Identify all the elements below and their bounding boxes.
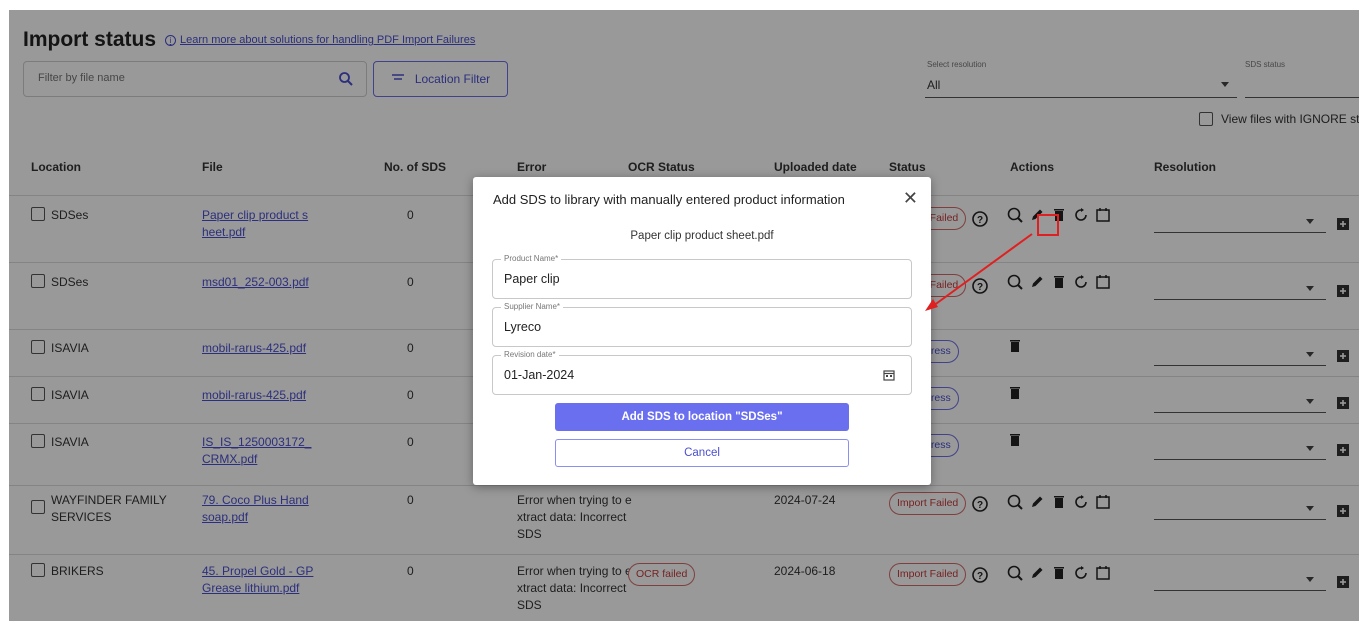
annotation-arrow — [925, 233, 1033, 311]
import-status-page: Import status i Learn more about solutio… — [9, 10, 1359, 621]
